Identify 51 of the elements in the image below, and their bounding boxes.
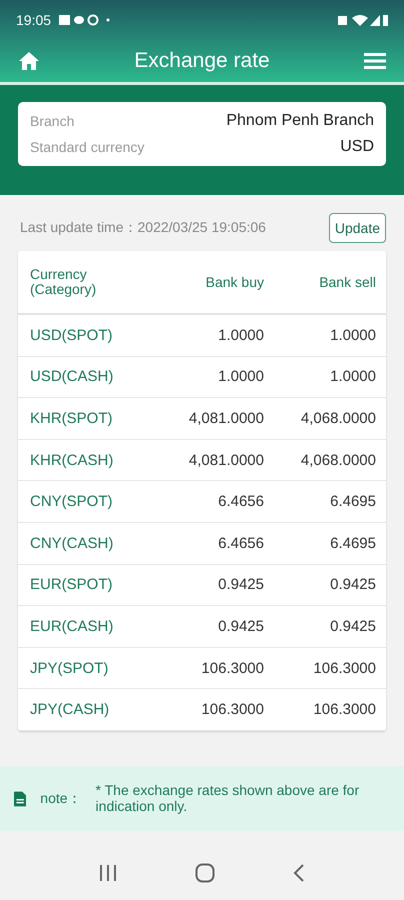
table-cell-text: 0.9425 xyxy=(329,618,376,635)
info-value: Phnom Penh Branch xyxy=(226,112,374,130)
status-time: 19:05 xyxy=(16,12,52,28)
table-cell-text: 0.9425 xyxy=(329,576,376,594)
table-cell-text: 106.3000 xyxy=(200,660,264,677)
table-cell-text: 0.9425 xyxy=(217,618,264,635)
table-cell-text: 6.4656 xyxy=(217,493,264,510)
note-text: * The exchange rates shown above are for indication only. xyxy=(96,783,360,814)
menu-icon[interactable] xyxy=(364,53,386,69)
table-cell-text: 1.0000 xyxy=(217,326,264,344)
table-cell-text: CNY(CASH) xyxy=(30,534,114,552)
table-cell-text: 6.4656 xyxy=(217,534,264,552)
column-header: Bank buy xyxy=(204,274,264,290)
table-cell-text: 4,068.0000 xyxy=(300,410,376,427)
table-cell-text: KHR(SPOT) xyxy=(30,410,114,427)
note-label: note： xyxy=(40,790,82,808)
table-cell-text: CNY(SPOT) xyxy=(30,493,114,510)
table-cell-text: 1.0000 xyxy=(329,368,376,386)
info-label: Standard currency xyxy=(30,139,144,155)
document-icon xyxy=(14,790,26,808)
info-value: USD xyxy=(340,138,374,156)
system-status-icons xyxy=(338,14,388,26)
home-button-icon[interactable] xyxy=(195,862,215,882)
recent-apps-icon[interactable] xyxy=(99,864,117,880)
table-cell-text: 0.9425 xyxy=(217,576,264,594)
table-cell-text: 6.4695 xyxy=(329,534,376,552)
notification-icons xyxy=(59,14,112,26)
table-cell-text: 106.3000 xyxy=(200,701,264,718)
update-button[interactable]: Update xyxy=(328,213,386,243)
table-cell-text: USD(CASH) xyxy=(30,368,114,386)
table-cell-text: 6.4695 xyxy=(329,493,376,510)
table-cell-text: EUR(SPOT) xyxy=(30,576,114,594)
table-cell-text: 4,081.0000 xyxy=(188,410,264,427)
back-icon[interactable] xyxy=(293,864,305,882)
table-cell-text: 1.0000 xyxy=(329,326,376,344)
table-cell-text: 106.3000 xyxy=(312,660,376,677)
page-title: Exchange rate xyxy=(134,49,270,73)
table-cell-text: USD(SPOT) xyxy=(30,326,114,344)
table-cell-text: 106.3000 xyxy=(312,701,376,718)
table-cell-text: JPY(CASH) xyxy=(30,701,110,718)
table-cell-text: 4,081.0000 xyxy=(188,452,264,469)
table-cell-text: 4,068.0000 xyxy=(300,452,376,469)
table-cell-text: JPY(SPOT) xyxy=(30,660,110,677)
home-icon[interactable] xyxy=(18,51,40,71)
column-header: Bank sell xyxy=(318,274,376,290)
last-update-text: Last update time：2022/03/25 19:05:06 xyxy=(20,219,266,237)
table-cell-text: 1.0000 xyxy=(217,368,264,386)
column-header: Currency (Category) xyxy=(30,266,98,298)
info-label: Branch xyxy=(30,113,74,129)
table-cell-text: KHR(CASH) xyxy=(30,452,114,469)
table-cell-text: EUR(CASH) xyxy=(30,618,114,635)
